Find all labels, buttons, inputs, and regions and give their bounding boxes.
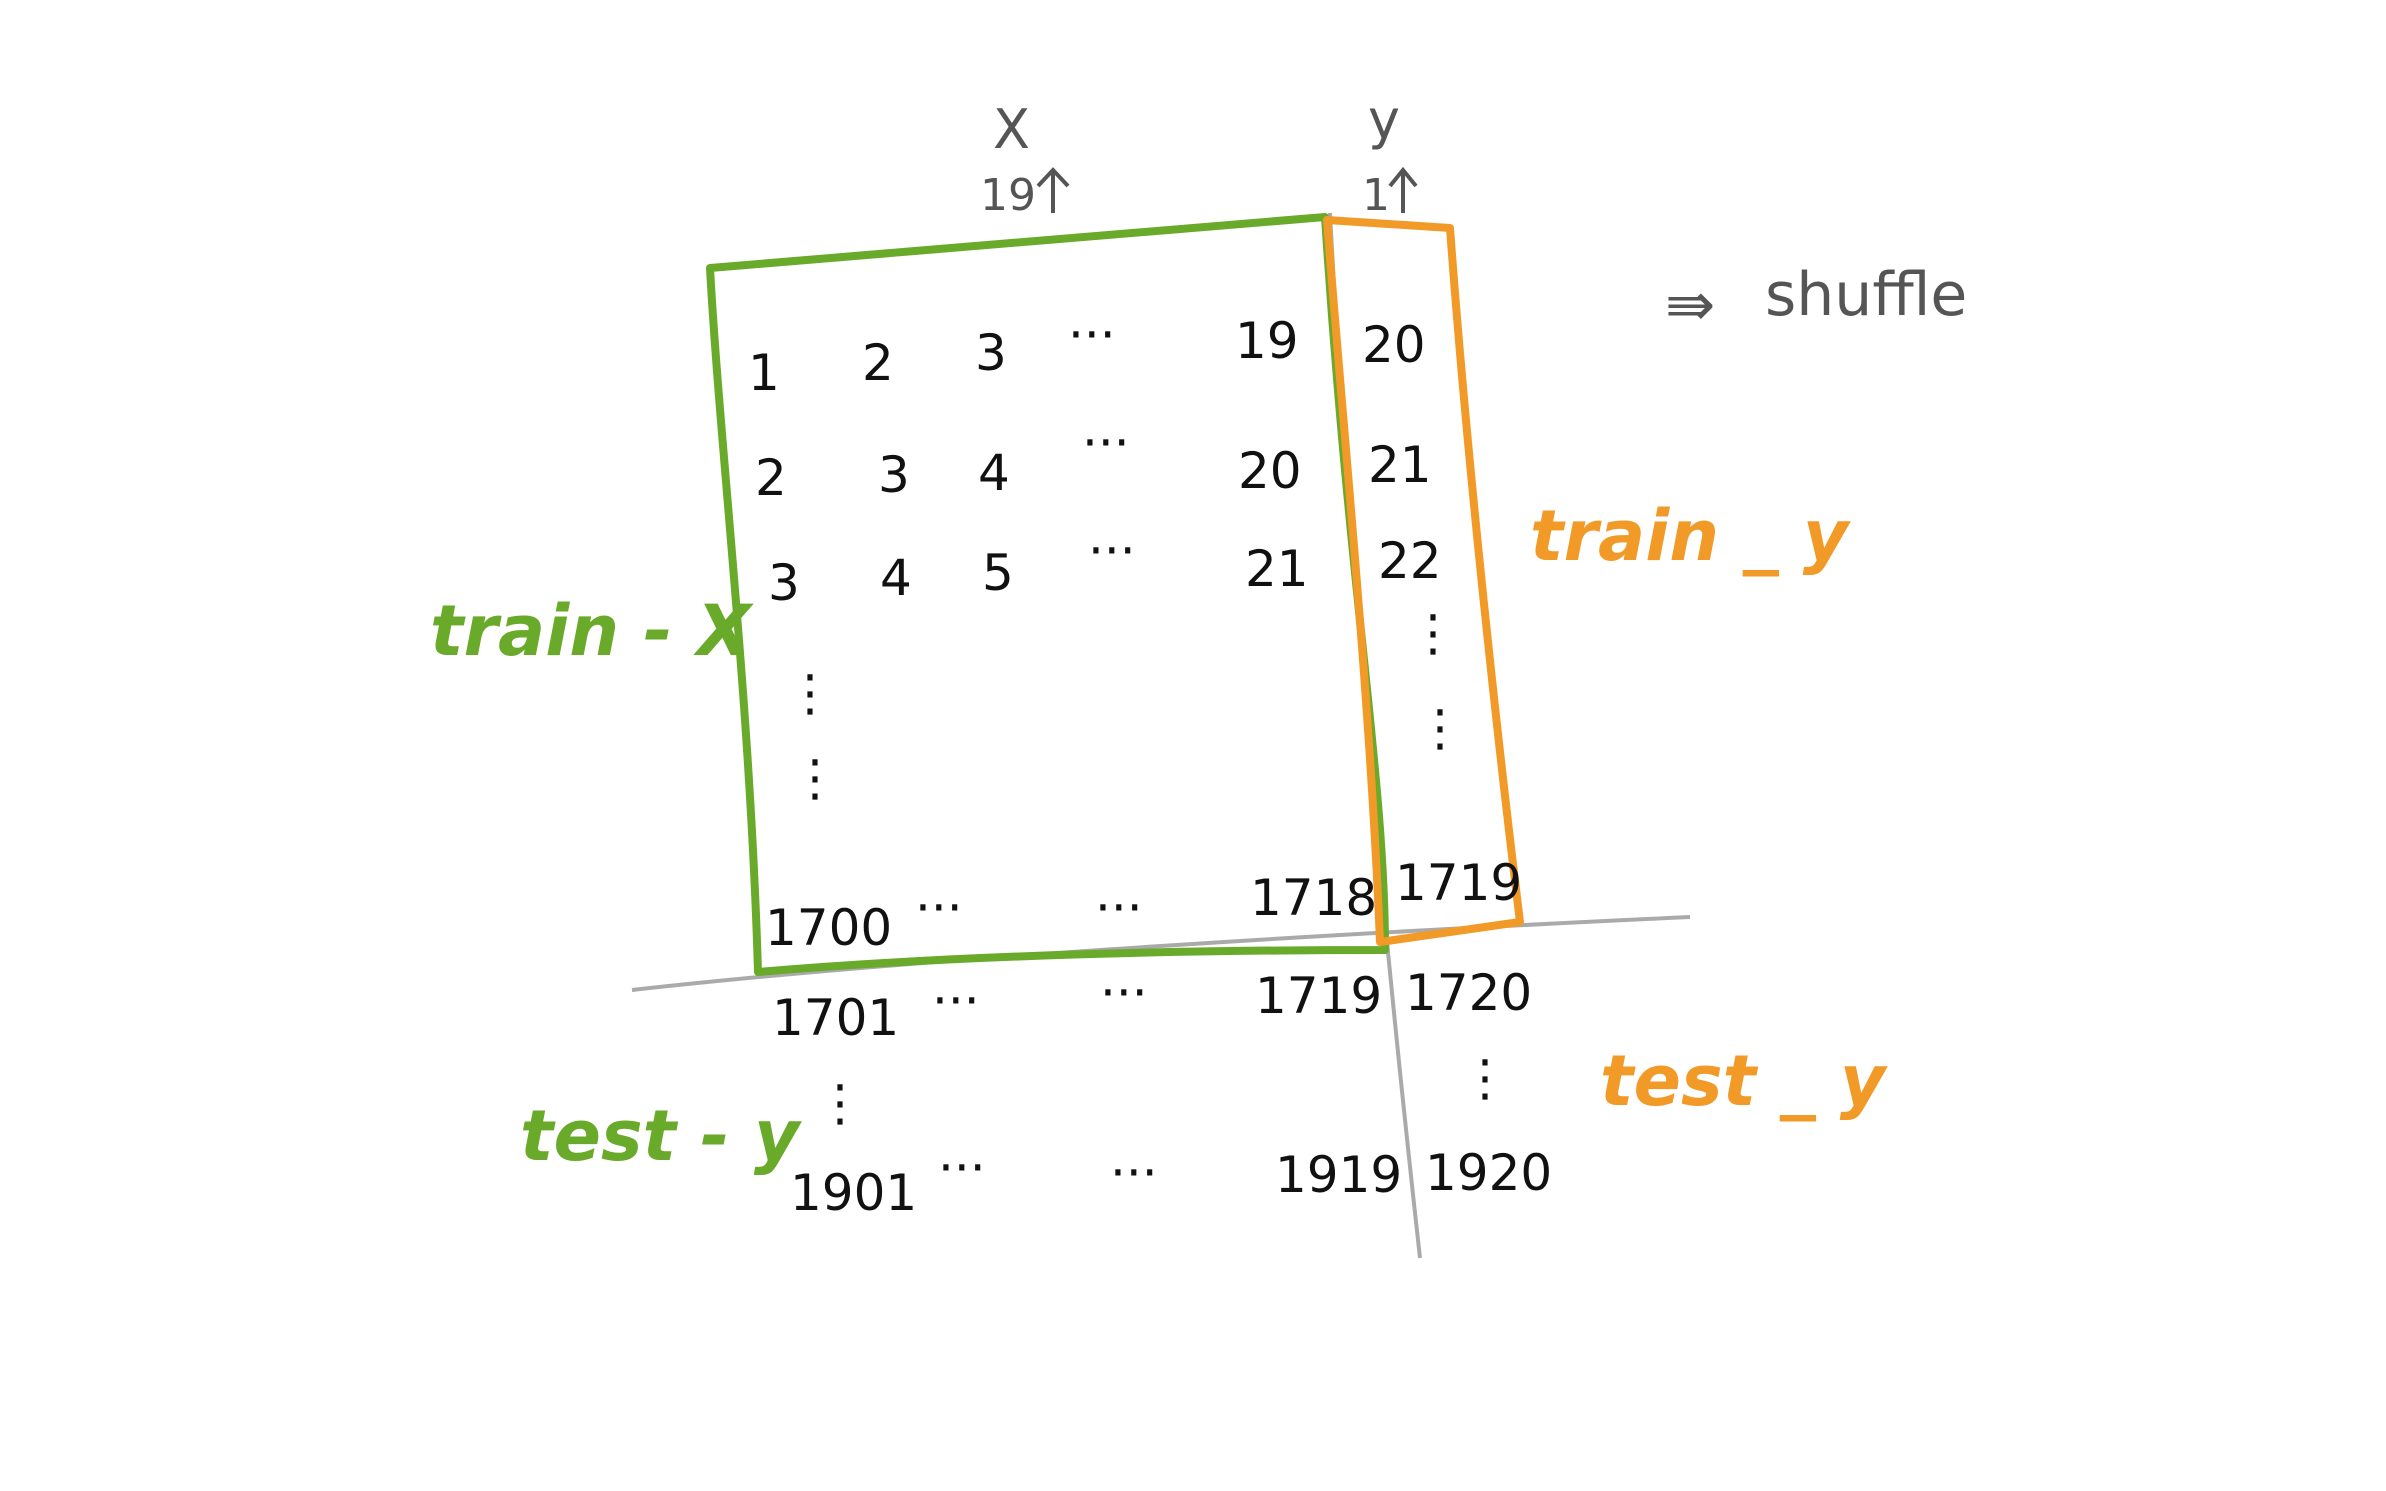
test-y-label: test _ y [1600, 1040, 1889, 1122]
shuffle-arrow-icon: ⇛ [1665, 270, 1715, 340]
cell: 1719 [1395, 854, 1522, 912]
cell: ··· [915, 879, 963, 937]
cell: 1700 [765, 899, 892, 957]
cell: 3 [975, 324, 1007, 382]
cell: 20 [1238, 442, 1302, 500]
y-up-arrow [1388, 166, 1418, 213]
cell: 1 [748, 344, 780, 402]
cell: ··· [1110, 1144, 1158, 1202]
vertical-ellipsis: ⋮ [1460, 1049, 1510, 1107]
vertical-ellipsis: ⋮ [815, 1074, 865, 1132]
grid-row-3: 3 4 5 ··· 21 22 [768, 522, 1442, 612]
vertical-ellipsis: ⋮ [1415, 699, 1465, 757]
vertical-ellipsis: ⋮ [790, 749, 840, 807]
cell: ··· [932, 972, 980, 1030]
cell: 1719 [1255, 967, 1382, 1025]
cell: ··· [1082, 414, 1130, 472]
cell: 3 [878, 446, 910, 504]
cell: 2 [862, 334, 894, 392]
diagram-canvas: X 19 y 1 ⇛ shuffle 1 2 3 ··· 19 20 2 3 4… [430, 88, 1967, 1259]
cell: ··· [1068, 306, 1116, 364]
vertical-ellipsis: ⋮ [785, 664, 835, 722]
vertical-ellipsis: ⋮ [1408, 604, 1458, 662]
grid-row-2: 2 3 4 ··· 20 21 [755, 414, 1432, 507]
cell: 1919 [1275, 1146, 1402, 1204]
cell: 3 [768, 554, 800, 612]
cell: 21 [1245, 540, 1309, 598]
cell: ··· [1088, 522, 1136, 580]
cell: 21 [1368, 436, 1432, 494]
shuffle-note: shuffle [1765, 260, 1967, 330]
x-count: 19 [980, 170, 1036, 221]
cell: 22 [1378, 532, 1442, 590]
cell: 4 [880, 549, 912, 607]
cell: 1720 [1405, 964, 1532, 1022]
x-up-arrow [1036, 167, 1070, 213]
cell: 1901 [790, 1164, 917, 1222]
cell: 1718 [1250, 869, 1377, 927]
cell: ··· [1095, 879, 1143, 937]
cell: ··· [1100, 964, 1148, 1022]
test-x-label: test - y [520, 1095, 803, 1177]
cell: 19 [1235, 312, 1299, 370]
y-count: 1 [1362, 170, 1390, 221]
y-axis-label: y [1368, 88, 1400, 151]
grid-row-last-test: 1901 ··· ··· 1919 1920 [790, 1139, 1552, 1222]
cell: 1701 [772, 989, 899, 1047]
cell: ··· [938, 1139, 986, 1197]
cell: 5 [982, 544, 1014, 602]
train-x-label: train - X [430, 590, 754, 672]
cell: 20 [1362, 316, 1426, 374]
x-axis-label: X [993, 98, 1030, 161]
cell: 1920 [1425, 1144, 1552, 1202]
train-y-label: train _ y [1530, 495, 1852, 577]
grid-row-first-test: 1701 ··· ··· 1719 1720 [772, 964, 1532, 1047]
cell: 2 [755, 449, 787, 507]
cell: 4 [978, 444, 1010, 502]
grid-row-1: 1 2 3 ··· 19 20 [748, 306, 1426, 402]
